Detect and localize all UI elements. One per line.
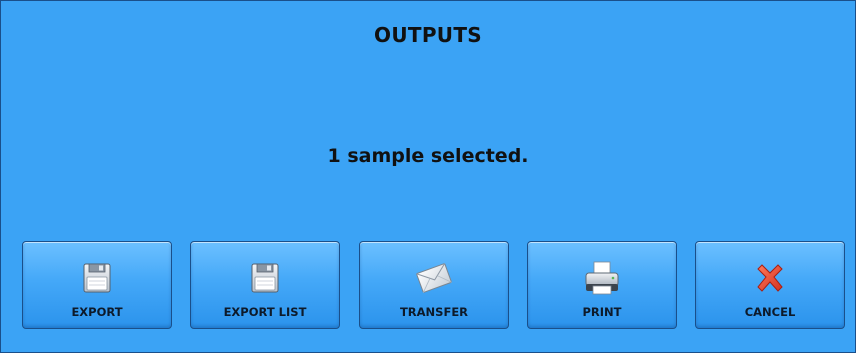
floppy-disk-icon: [83, 263, 111, 293]
export-button-label: EXPORT: [71, 305, 123, 319]
print-button[interactable]: PRINT: [527, 241, 677, 329]
transfer-button[interactable]: TRANSFER: [359, 241, 509, 329]
print-button-label: PRINT: [582, 305, 622, 319]
button-row: EXPORT EXPORT LIST TRANSFER PRINT CANCEL: [22, 241, 845, 329]
cancel-button[interactable]: CANCEL: [695, 241, 845, 329]
cancel-button-label: CANCEL: [744, 305, 796, 319]
envelope-icon: [416, 263, 452, 293]
dialog-title: OUTPUTS: [374, 23, 482, 47]
export-button[interactable]: EXPORT: [22, 241, 172, 329]
red-x-icon: [757, 264, 783, 292]
printer-icon: [585, 261, 619, 295]
export-list-button[interactable]: EXPORT LIST: [190, 241, 340, 329]
export-list-button-label: EXPORT LIST: [223, 305, 307, 319]
transfer-button-label: TRANSFER: [399, 305, 469, 319]
outputs-dialog: OUTPUTS 1 sample selected. EXPORT EXPORT…: [0, 0, 856, 353]
floppy-disk-icon: [251, 263, 279, 293]
selection-message: 1 sample selected.: [327, 145, 529, 167]
